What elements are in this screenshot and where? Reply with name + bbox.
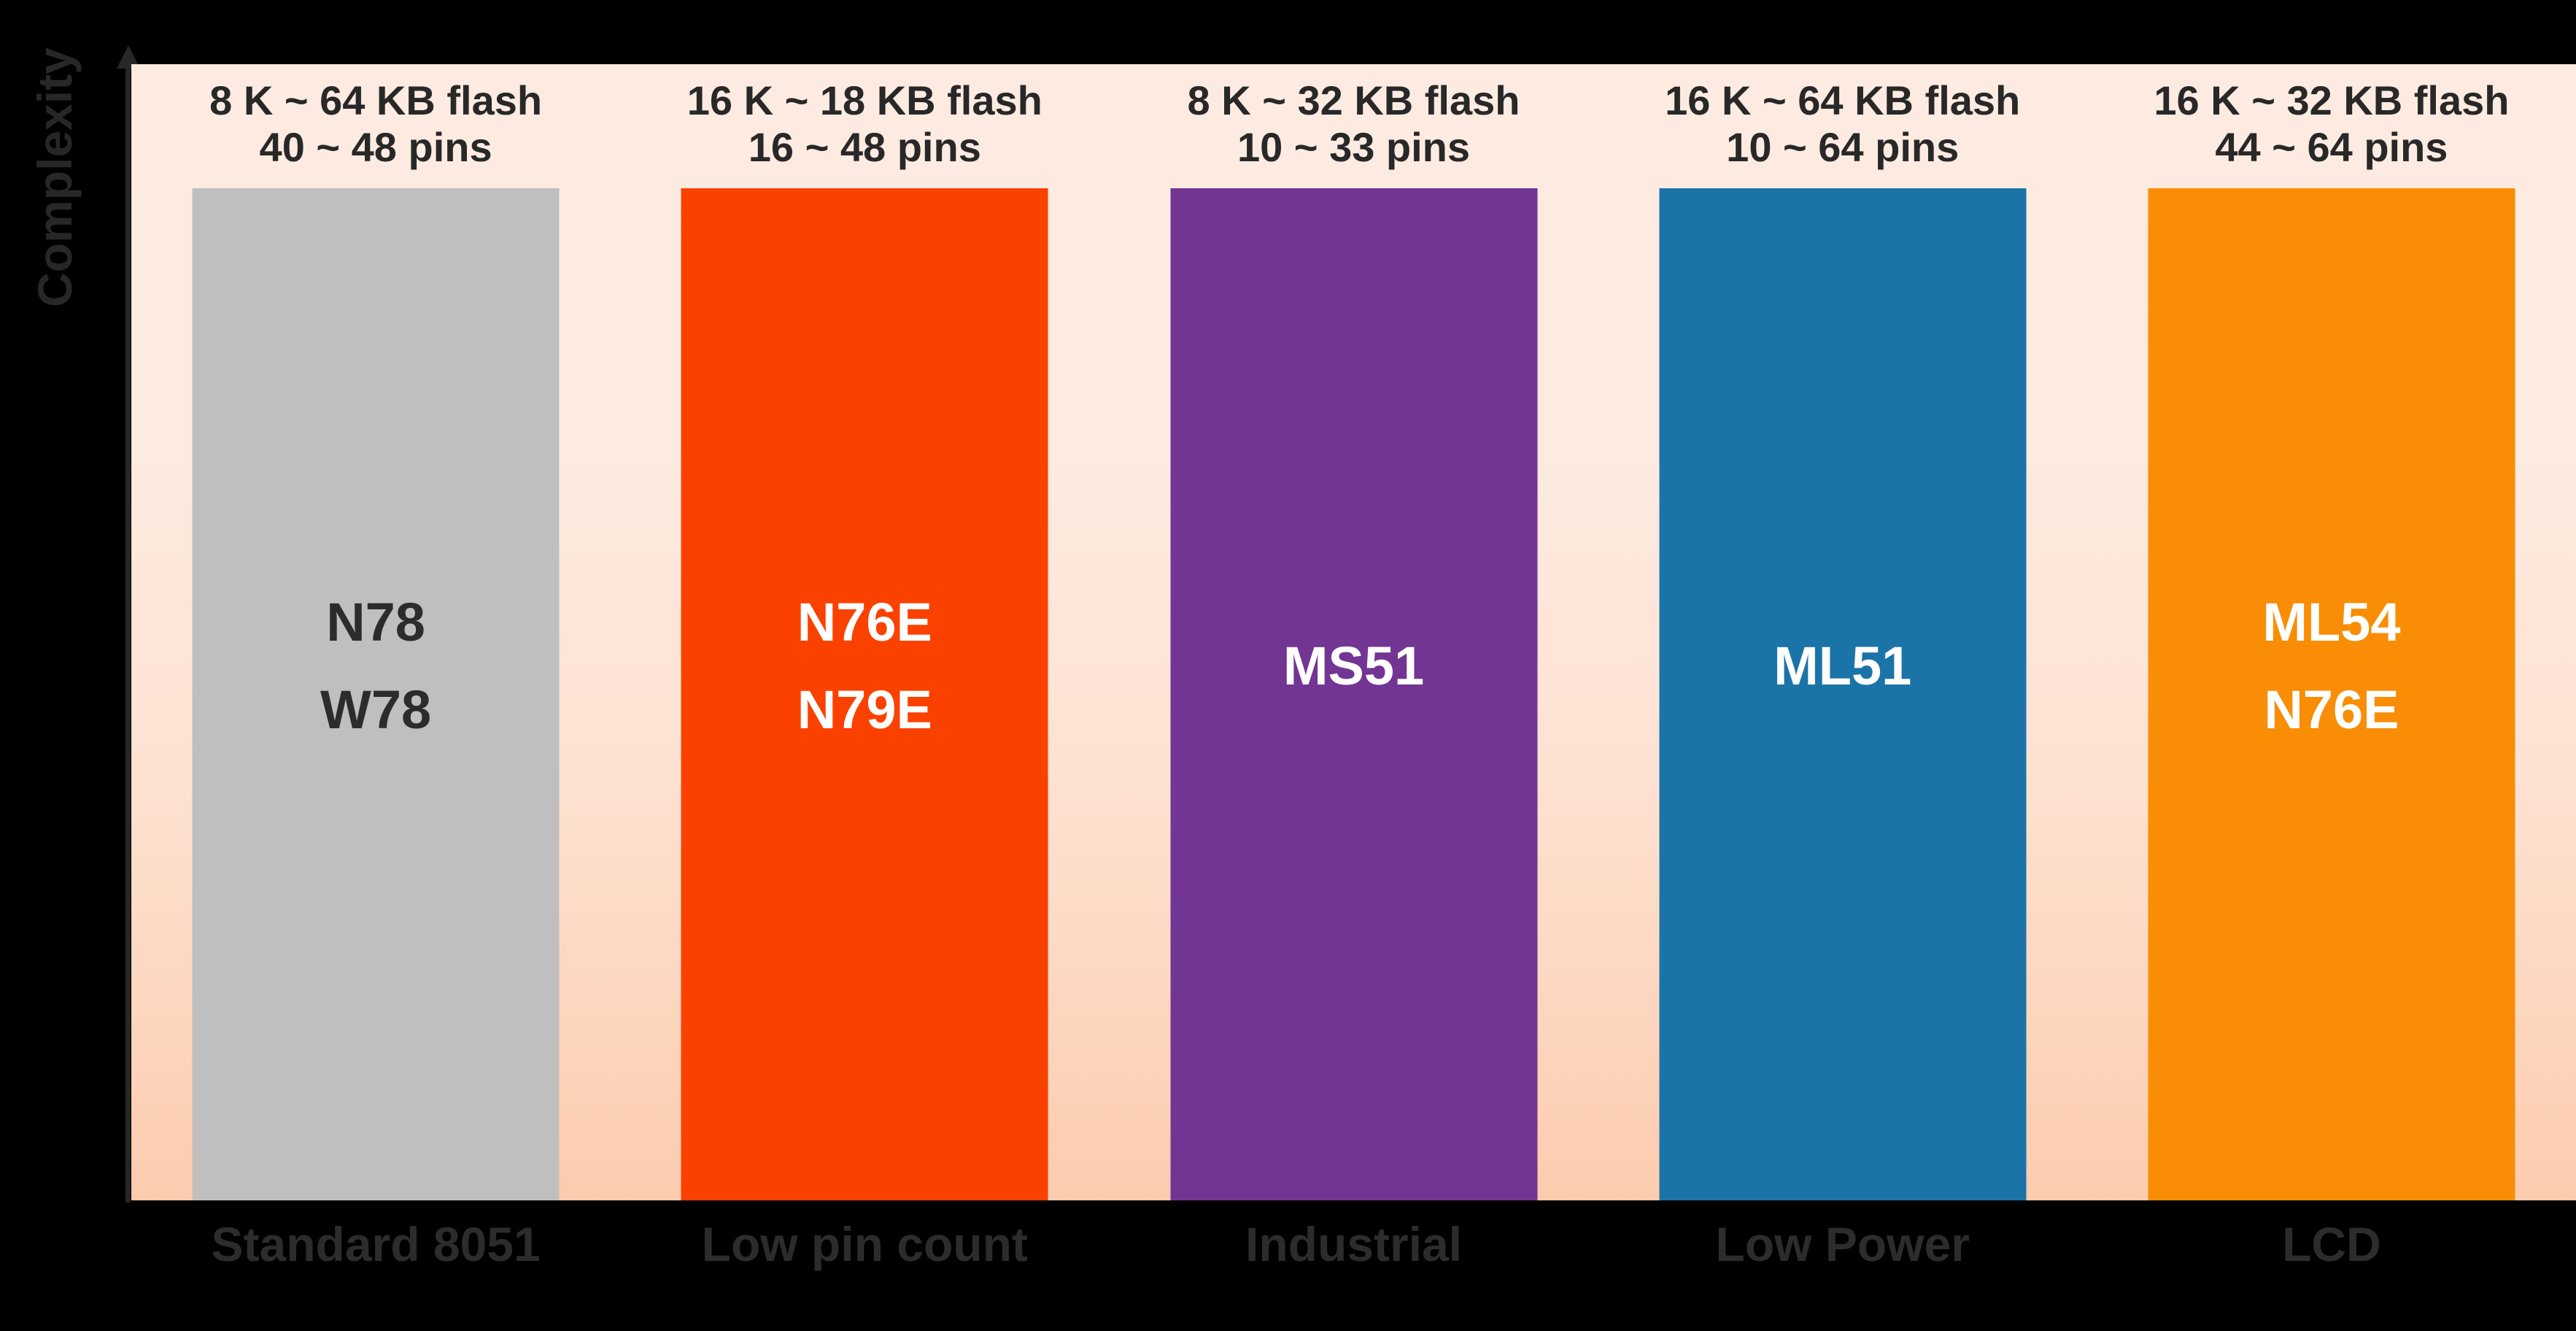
part-name: MS51 <box>1283 635 1425 696</box>
y-axis-label-container: Complexity <box>0 0 109 409</box>
category-label-lcd: LCD <box>2282 1217 2381 1271</box>
part-name: ML54 <box>2262 591 2401 652</box>
bar-columns: 8 K ~ 64 KB flash 40 ~ 48 pins N78 W78 1… <box>131 64 2576 1200</box>
category-cell: Industrial <box>1109 1220 1598 1308</box>
column-header-specs: 8 K ~ 32 KB flash 10 ~ 33 pins <box>1188 77 1520 171</box>
bar-column-standard-8051: 8 K ~ 64 KB flash 40 ~ 48 pins N78 W78 <box>131 64 620 1200</box>
part-name: ML51 <box>1774 635 1912 696</box>
y-axis-label: Complexity <box>28 47 82 307</box>
header-pin-count: 44 ~ 64 pins <box>2215 123 2448 170</box>
part-name: N79E <box>797 679 932 740</box>
bar-column-low-power: 16 K ~ 64 KB flash 10 ~ 64 pins ML51 <box>1598 64 2087 1200</box>
header-flash-size: 8 K ~ 64 KB flash <box>209 77 543 123</box>
category-label-industrial: Industrial <box>1245 1217 1463 1271</box>
y-axis-line <box>125 64 131 1203</box>
bar-part-labels: MS51 <box>1283 622 1424 710</box>
bar-column-industrial: 8 K ~ 32 KB flash 10 ~ 33 pins MS51 <box>1109 64 1598 1200</box>
bar-column-low-pin-count: 16 K ~ 18 KB flash 16 ~ 48 pins N76E N79… <box>620 64 1109 1200</box>
header-flash-size: 16 K ~ 32 KB flash <box>2154 77 2510 123</box>
bar-part-labels: ML51 <box>1774 622 1911 710</box>
chart-plot-area: 8 K ~ 64 KB flash 40 ~ 48 pins N78 W78 1… <box>131 64 2576 1200</box>
category-cell: Low Power <box>1598 1220 2087 1308</box>
category-label-low-pin-count: Low pin count <box>701 1217 1028 1271</box>
bar-standard-8051[interactable]: N78 W78 <box>192 188 560 1200</box>
header-pin-count: 16 ~ 48 pins <box>748 123 981 170</box>
category-cell: LCD <box>2087 1220 2576 1308</box>
bar-low-pin-count[interactable]: N76E N79E <box>681 188 1048 1200</box>
header-flash-size: 16 K ~ 18 KB flash <box>686 77 1043 123</box>
column-header-specs: 8 K ~ 64 KB flash 40 ~ 48 pins <box>209 77 542 171</box>
x-axis-category-row: Standard 8051 Low pin count Industrial L… <box>131 1220 2576 1308</box>
header-flash-size: 8 K ~ 32 KB flash <box>1187 77 1520 123</box>
bar-industrial[interactable]: MS51 <box>1170 188 1537 1200</box>
bar-column-lcd: 16 K ~ 32 KB flash 44 ~ 64 pins ML54 N76… <box>2087 64 2576 1200</box>
part-name: N76E <box>797 591 932 652</box>
bar-part-labels: N76E N79E <box>797 579 932 754</box>
column-header-specs: 16 K ~ 32 KB flash 44 ~ 64 pins <box>2154 77 2509 171</box>
bar-part-labels: N78 W78 <box>320 579 431 754</box>
header-pin-count: 10 ~ 64 pins <box>1726 123 1960 170</box>
category-label-standard-8051: Standard 8051 <box>211 1217 541 1271</box>
column-header-specs: 16 K ~ 18 KB flash 16 ~ 48 pins <box>687 77 1043 171</box>
column-header-specs: 16 K ~ 64 KB flash 10 ~ 64 pins <box>1665 77 2020 171</box>
category-cell: Low pin count <box>620 1220 1109 1308</box>
part-name: N76E <box>2264 679 2399 740</box>
part-name: N78 <box>326 591 425 652</box>
part-name: W78 <box>320 679 432 740</box>
bar-part-labels: ML54 N76E <box>2262 579 2400 754</box>
category-label-low-power: Low Power <box>1715 1217 1970 1271</box>
header-flash-size: 16 K ~ 64 KB flash <box>1665 77 2021 123</box>
bar-lcd[interactable]: ML54 N76E <box>2148 188 2515 1200</box>
bar-low-power[interactable]: ML51 <box>1659 188 2027 1200</box>
header-pin-count: 40 ~ 48 pins <box>259 123 492 170</box>
category-cell: Standard 8051 <box>131 1220 620 1308</box>
header-pin-count: 10 ~ 33 pins <box>1237 123 1471 170</box>
